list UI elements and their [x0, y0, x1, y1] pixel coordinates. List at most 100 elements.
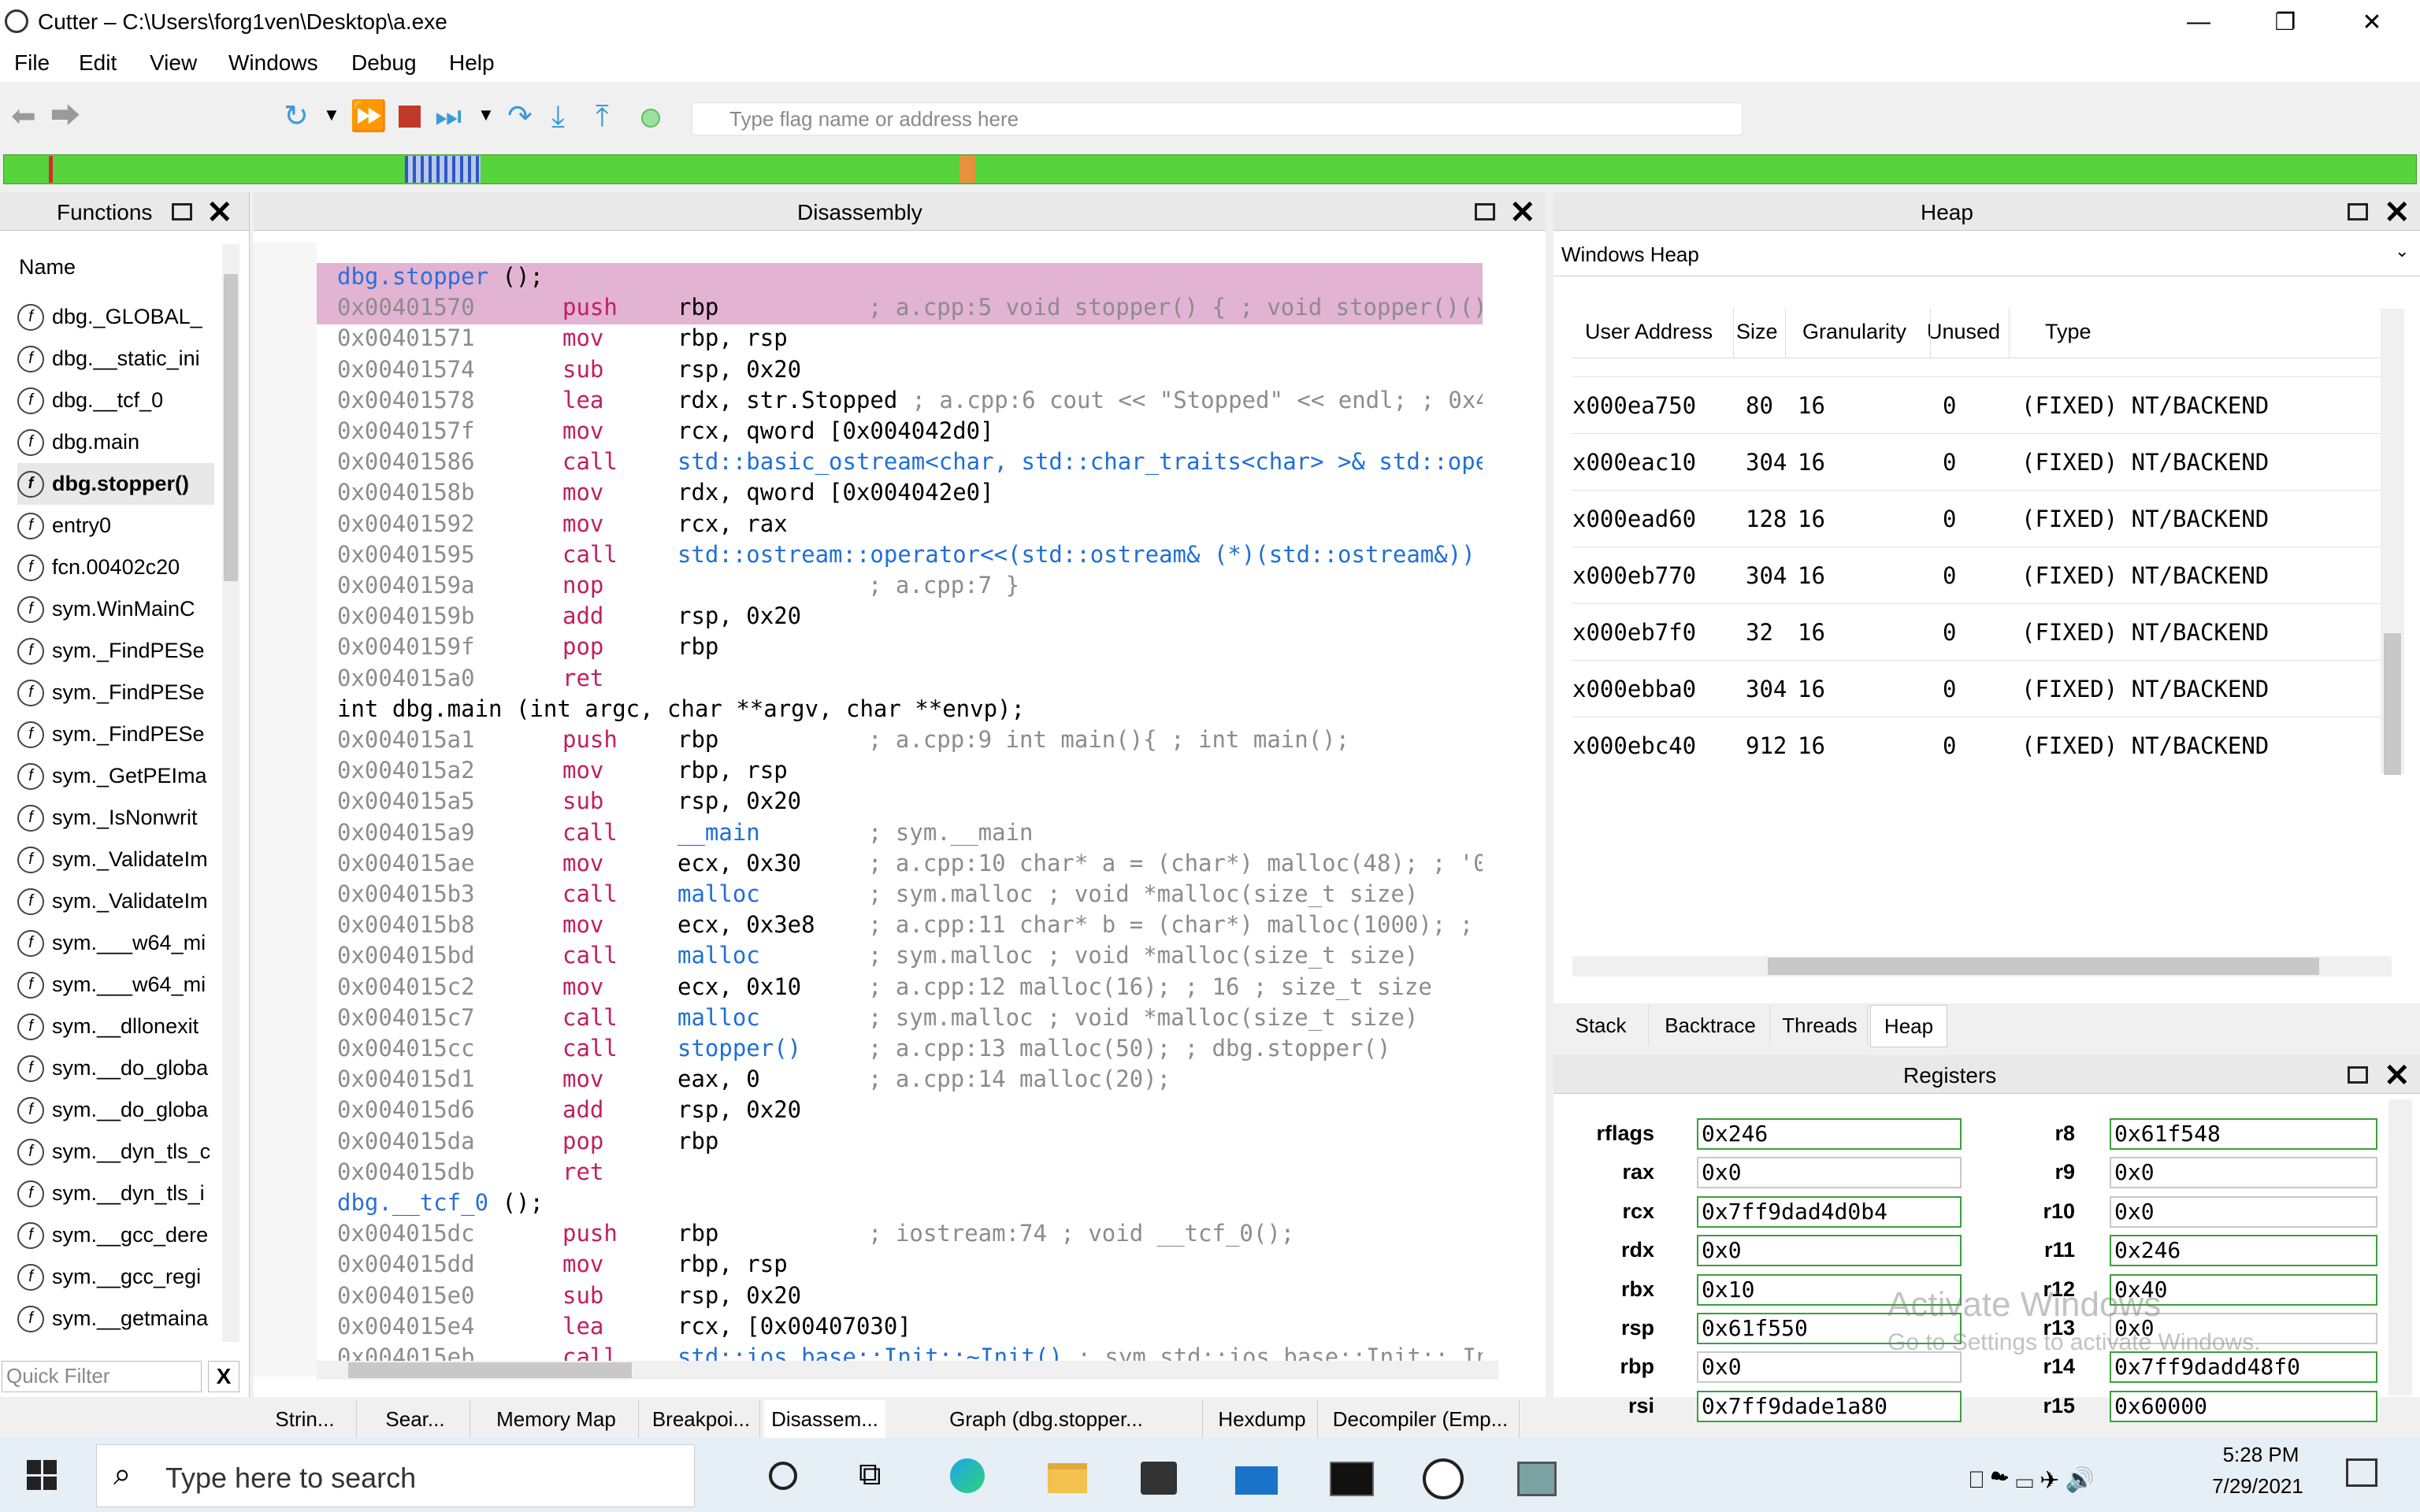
close-window-button[interactable]: ✕ — [2329, 0, 2415, 44]
restore-button[interactable]: ❐ — [2242, 0, 2329, 44]
undock-icon[interactable] — [2348, 203, 2368, 220]
undock-icon[interactable] — [1475, 203, 1495, 220]
undock-icon[interactable] — [172, 203, 192, 220]
disasm-line[interactable]: int dbg.main (int argc, char **argv, cha… — [317, 695, 1483, 726]
tab-threads[interactable]: Threads — [1772, 1005, 1868, 1046]
disasm-line[interactable]: 0x0040158b mov rdx, qword [0x004042e0] — [317, 479, 1483, 510]
tab-heap[interactable]: Heap — [1870, 1005, 1947, 1047]
instruction-address[interactable]: 0x004015ae — [337, 850, 475, 876]
disasm-line[interactable]: 0x004015e4 lea rcx, [0x00407030] — [317, 1313, 1483, 1343]
function-item[interactable]: f sym._ValidateIm — [17, 839, 214, 880]
instruction-address[interactable]: 0x004015cc — [337, 1035, 475, 1062]
heap-row[interactable]: x000ead60 128 16 0 (FIXED) NT/BACKEND — [1572, 490, 2381, 547]
close-icon[interactable]: ✕ — [2384, 197, 2411, 228]
function-item[interactable]: f dbg.stopper() — [17, 463, 214, 505]
close-icon[interactable]: ✕ — [2384, 1060, 2411, 1091]
continue-icon[interactable]: ⏩ — [350, 101, 387, 132]
disasm-line[interactable]: 0x004015dc push rbp ; iostream:74 ; void __… — [317, 1220, 1483, 1251]
function-item[interactable]: f sym.__dllonexit — [17, 1006, 214, 1047]
instruction-address[interactable]: 0x004015c2 — [337, 973, 475, 1000]
instruction-address[interactable]: 0x00401595 — [337, 541, 475, 568]
disasm-line[interactable]: 0x00401595 call std::ostream::operator<<(s… — [317, 541, 1483, 572]
disasm-line[interactable]: 0x004015da pop rbp — [317, 1128, 1483, 1158]
disasm-line[interactable]: 0x004015a1 push rbp ; a.cpp:9 int main(){ ;… — [317, 726, 1483, 757]
function-item[interactable]: f sym._IsNonwrit — [17, 797, 214, 839]
step-over-icon[interactable]: ↷ — [507, 101, 533, 132]
close-icon[interactable]: ✕ — [206, 197, 233, 228]
windows-start-icon[interactable] — [27, 1460, 57, 1490]
function-item[interactable]: f sym.__dyn_tls_c — [17, 1131, 214, 1173]
register-value-r10[interactable]: 0x0 — [2110, 1195, 2377, 1228]
instruction-address[interactable]: 0x004015c7 — [337, 1004, 475, 1031]
functions-scroll-thumb[interactable] — [224, 274, 238, 581]
instruction-address[interactable]: 0x00401586 — [337, 448, 475, 475]
bottom-tab[interactable]: Decompiler (Emp... — [1322, 1400, 1520, 1438]
back-arrow-icon[interactable]: ⬅ — [11, 101, 36, 132]
disasm-line[interactable]: 0x004015b8 mov ecx, 0x3e8 ; a.cpp:11 char* … — [317, 911, 1483, 942]
restart-icon[interactable]: ↻ — [284, 101, 309, 132]
instruction-address[interactable]: 0x0040158b — [337, 479, 475, 506]
disasm-line[interactable]: 0x004015ae mov ecx, 0x30 ; a.cpp:10 char* a… — [317, 850, 1483, 880]
menu-debug[interactable]: Debug — [351, 50, 417, 76]
chevron-down-icon[interactable]: ⌄ — [2395, 241, 2409, 261]
function-item[interactable]: f sym._FindPESe — [17, 630, 214, 672]
notification-icon[interactable] — [2346, 1458, 2377, 1487]
step-into-icon[interactable]: ⤓ — [551, 101, 565, 132]
register-value-rcx[interactable]: 0x7ff9dad4d0b4 — [1697, 1195, 1962, 1228]
instruction-address[interactable]: 0x004015a2 — [337, 757, 475, 784]
instruction-address[interactable]: 0x004015d1 — [337, 1065, 475, 1092]
heap-column-header[interactable]: User Address — [1585, 320, 1713, 344]
bottom-tab[interactable]: Hexdump — [1207, 1400, 1318, 1438]
step-out-icon[interactable]: ⤒ — [596, 101, 609, 132]
bottom-tab[interactable]: Graph (dbg.stopper... — [890, 1400, 1203, 1438]
function-item[interactable]: f sym._FindPESe — [17, 672, 214, 713]
heap-row[interactable]: x000ea750 80 16 0 (FIXED) NT/BACKEND — [1572, 376, 2381, 434]
mail-icon[interactable] — [1235, 1466, 1278, 1495]
instruction-address[interactable]: 0x00401592 — [337, 510, 475, 537]
disasm-line[interactable]: 0x00401570 push rbp ; a.cpp:5 void stopper(… — [317, 294, 1483, 325]
instruction-address[interactable]: 0x004015e0 — [337, 1282, 475, 1309]
system-tray-icons[interactable]: ⎕ ☁ ▭ ✈ 🔊 — [1969, 1466, 2095, 1494]
terminal-icon[interactable] — [1330, 1462, 1374, 1496]
disasm-line[interactable]: 0x004015dd mov rbp, rsp — [317, 1251, 1483, 1281]
function-item[interactable]: f dbg.__static_ini — [17, 338, 214, 380]
dropdown-chevron-icon[interactable]: ▼ — [323, 99, 340, 131]
forward-arrow-icon[interactable]: ⮕ — [50, 101, 80, 132]
instruction-address[interactable]: 0x00401570 — [337, 294, 475, 321]
register-value-rax[interactable]: 0x0 — [1697, 1157, 1962, 1189]
function-item[interactable]: f entry0 — [17, 505, 214, 547]
tab-backtrace[interactable]: Backtrace — [1651, 1005, 1770, 1046]
heap-row[interactable]: x000eb770 304 16 0 (FIXED) NT/BACKEND — [1572, 547, 2381, 604]
tab-stack[interactable]: Stack — [1553, 1005, 1649, 1046]
bottom-tab[interactable]: Strin... — [254, 1400, 357, 1438]
disasm-line[interactable]: dbg.stopper (); — [317, 263, 1483, 295]
file-explorer-icon[interactable] — [1048, 1463, 1087, 1493]
heap-column-header[interactable]: Type — [2045, 320, 2092, 344]
disasm-line[interactable]: 0x00401592 mov rcx, rax — [317, 510, 1483, 541]
disasm-line[interactable]: 0x00401586 call std::basic_ostream<char, s… — [317, 448, 1483, 479]
instruction-address[interactable]: 0x0040159b — [337, 602, 475, 629]
continue-until-icon[interactable]: ⏭ — [435, 101, 462, 132]
instruction-address[interactable]: 0x0040159f — [337, 633, 475, 660]
dropdown-chevron-icon[interactable]: ▼ — [477, 99, 495, 131]
function-item[interactable]: f sym.__getmaina — [17, 1298, 214, 1340]
function-item[interactable]: f sym.___w64_mi — [17, 922, 214, 964]
instruction-address[interactable]: 0x004015a5 — [337, 788, 475, 814]
disassembly-scroll-thumb[interactable] — [348, 1362, 632, 1378]
disasm-line[interactable]: 0x004015c2 mov ecx, 0x10 ; a.cpp:12 malloc(… — [317, 973, 1483, 1004]
function-item[interactable]: f sym.__dyn_tls_i — [17, 1173, 214, 1214]
heap-row[interactable]: x000ebc40 912 16 0 (FIXED) NT/BACKEND — [1572, 717, 2381, 773]
instruction-address[interactable]: 0x004015da — [337, 1128, 475, 1154]
functions-column-name[interactable]: Name — [19, 255, 76, 280]
disasm-line[interactable]: 0x004015a0 ret — [317, 665, 1483, 695]
register-value-rbp[interactable]: 0x0 — [1697, 1351, 1962, 1384]
instruction-address[interactable]: 0x004015dd — [337, 1251, 475, 1277]
record-icon[interactable] — [641, 109, 660, 128]
instruction-address[interactable]: 0x0040159a — [337, 572, 475, 598]
function-item[interactable]: f sym.__do_globa — [17, 1089, 214, 1131]
disasm-line[interactable]: 0x004015cc call stopper() ; a.cpp:13 malloc… — [317, 1035, 1483, 1065]
clear-filter-button[interactable]: X — [208, 1361, 239, 1392]
disasm-line[interactable]: 0x004015a2 mov rbp, rsp — [317, 757, 1483, 788]
heap-column-header[interactable]: Granularity — [1802, 320, 1906, 344]
function-item[interactable]: f dbg._GLOBAL_ — [17, 296, 214, 338]
